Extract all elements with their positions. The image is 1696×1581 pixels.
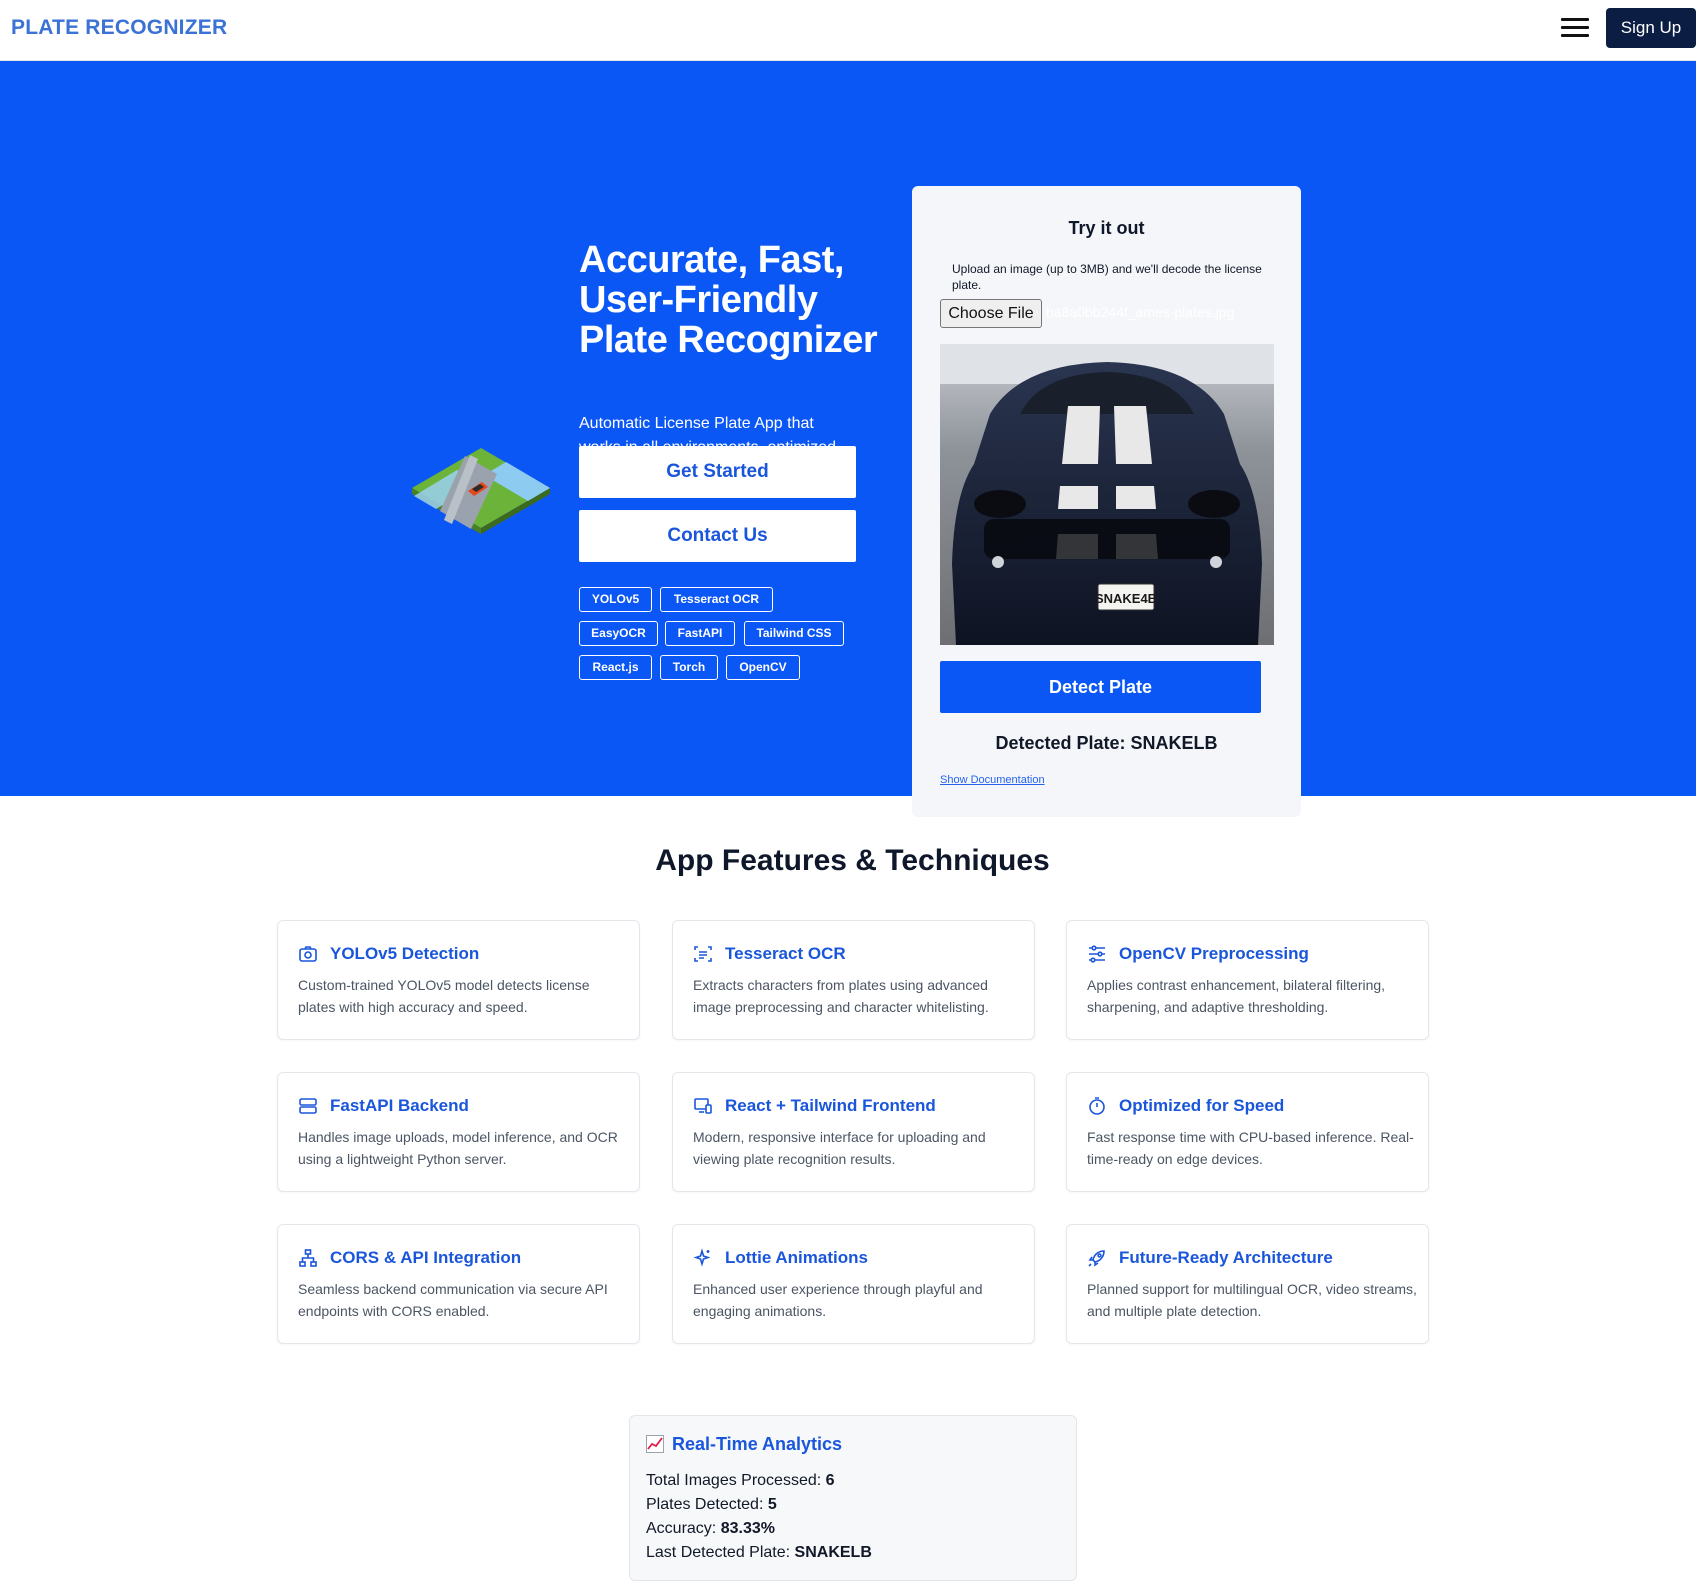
feature-description: Handles image uploads, model inference, … (298, 1129, 618, 1167)
feature-description: Seamless backend communication via secur… (298, 1281, 608, 1319)
tech-tag-torch: Torch (660, 655, 718, 680)
feature-description: Planned support for multilingual OCR, vi… (1087, 1281, 1417, 1319)
hero-section: Accurate, Fast, User-Friendly Plate Reco… (0, 61, 1696, 817)
get-started-button[interactable]: Get Started (579, 446, 856, 498)
feature-title: YOLOv5 Detection (330, 944, 480, 963)
feature-title: CORS & API Integration (330, 1248, 522, 1267)
tech-tag-yolov5: YOLOv5 (579, 587, 652, 612)
feature-description: Enhanced user experience through playful… (693, 1281, 983, 1319)
tech-tag-tailwind: Tailwind CSS (744, 621, 844, 646)
feature-description: Modern, responsive interface for uploadi… (693, 1129, 986, 1167)
feature-card-cors: CORS & API Integration Seamless backend … (277, 1224, 640, 1344)
tech-tag-fastapi: FastAPI (665, 621, 735, 646)
network-icon (299, 1249, 317, 1267)
chart-increasing-icon (646, 1435, 664, 1453)
show-documentation-link[interactable]: Show Documentation (940, 774, 1045, 786)
stat-plates-detected: Plates Detected: 5 (646, 1496, 777, 1513)
tech-tag-tesseract: Tesseract OCR (660, 587, 773, 612)
car-photo: SNAKE4B (940, 344, 1274, 645)
feature-title: Tesseract OCR (725, 944, 846, 963)
analytics-card: Real-Time Analytics Total Images Process… (629, 1415, 1077, 1581)
brand-logo[interactable]: PLATE RECOGNIZER (11, 16, 227, 40)
stat-accuracy: Accuracy: 83.33% (646, 1520, 775, 1537)
road-car-illustration (412, 448, 550, 534)
devices-icon (694, 1098, 712, 1114)
feature-card-future: Future-Ready Architecture Planned suppor… (1066, 1224, 1429, 1344)
feature-title: Future-Ready Architecture (1119, 1248, 1333, 1267)
upload-instructions: Upload an image (up to 3MB) and we'll de… (952, 262, 1262, 292)
rocket-icon (1088, 1250, 1105, 1267)
feature-card-react-tailwind: React + Tailwind Frontend Modern, respon… (672, 1072, 1035, 1192)
feature-card-lottie: Lottie Animations Enhanced user experien… (672, 1224, 1035, 1344)
sparkles-icon (693, 1248, 711, 1267)
uploaded-image-preview: SNAKE4B (940, 344, 1274, 645)
sliders-icon (1089, 945, 1105, 963)
server-icon (299, 1098, 317, 1114)
selected-file-name: ba8a0bb244f_ames-plates.jpg (1046, 304, 1235, 320)
feature-description: Custom-trained YOLOv5 model detects lice… (298, 977, 590, 1015)
feature-title: React + Tailwind Frontend (725, 1096, 936, 1115)
analytics-title: Real-Time Analytics (672, 1434, 843, 1454)
feature-description: Applies contrast enhancement, bilateral … (1087, 977, 1386, 1015)
document-scan-icon (694, 946, 712, 962)
feature-title: FastAPI Backend (330, 1096, 469, 1115)
feature-description: Fast response time with CPU-based infere… (1087, 1129, 1414, 1167)
feature-title: Lottie Animations (725, 1248, 868, 1267)
detected-plate-result: Detected Plate: SNAKELB (995, 733, 1218, 753)
detect-plate-button[interactable]: Detect Plate (940, 661, 1261, 713)
menu-icon[interactable] (1561, 16, 1591, 40)
hero-title: Accurate, Fast, User-Friendly Plate Reco… (579, 239, 878, 361)
feature-card-speed: Optimized for Speed Fast response time w… (1066, 1072, 1429, 1192)
stopwatch-icon (1089, 1097, 1105, 1115)
feature-description: Extracts characters from plates using ad… (693, 977, 989, 1015)
camera-icon (299, 946, 317, 962)
try-it-out-card: Try it out Upload an image (up to 3MB) a… (912, 186, 1301, 817)
plate-text: SNAKE4B (1095, 591, 1157, 606)
feature-card-fastapi: FastAPI Backend Handles image uploads, m… (277, 1072, 640, 1192)
choose-file-button[interactable]: Choose File (940, 299, 1042, 328)
tech-tag-react: React.js (579, 655, 652, 680)
top-nav: PLATE RECOGNIZER Sign Up (0, 0, 1696, 61)
stat-last-plate: Last Detected Plate: SNAKELB (646, 1544, 872, 1561)
feature-title: OpenCV Preprocessing (1119, 944, 1309, 963)
signup-button[interactable]: Sign Up (1606, 8, 1696, 48)
feature-title: Optimized for Speed (1119, 1096, 1285, 1115)
features-title: App Features & Techniques (655, 844, 1050, 877)
tech-tag-opencv: OpenCV (726, 655, 800, 680)
stat-total-images: Total Images Processed: 6 (646, 1472, 835, 1489)
feature-card-opencv: OpenCV Preprocessing Applies contrast en… (1066, 920, 1429, 1040)
feature-card-tesseract: Tesseract OCR Extracts characters from p… (672, 920, 1035, 1040)
feature-card-yolov5: YOLOv5 Detection Custom-trained YOLOv5 m… (277, 920, 640, 1040)
contact-us-button[interactable]: Contact Us (579, 510, 856, 562)
try-title: Try it out (1068, 218, 1145, 238)
tech-tag-easyocr: EasyOCR (579, 621, 658, 646)
